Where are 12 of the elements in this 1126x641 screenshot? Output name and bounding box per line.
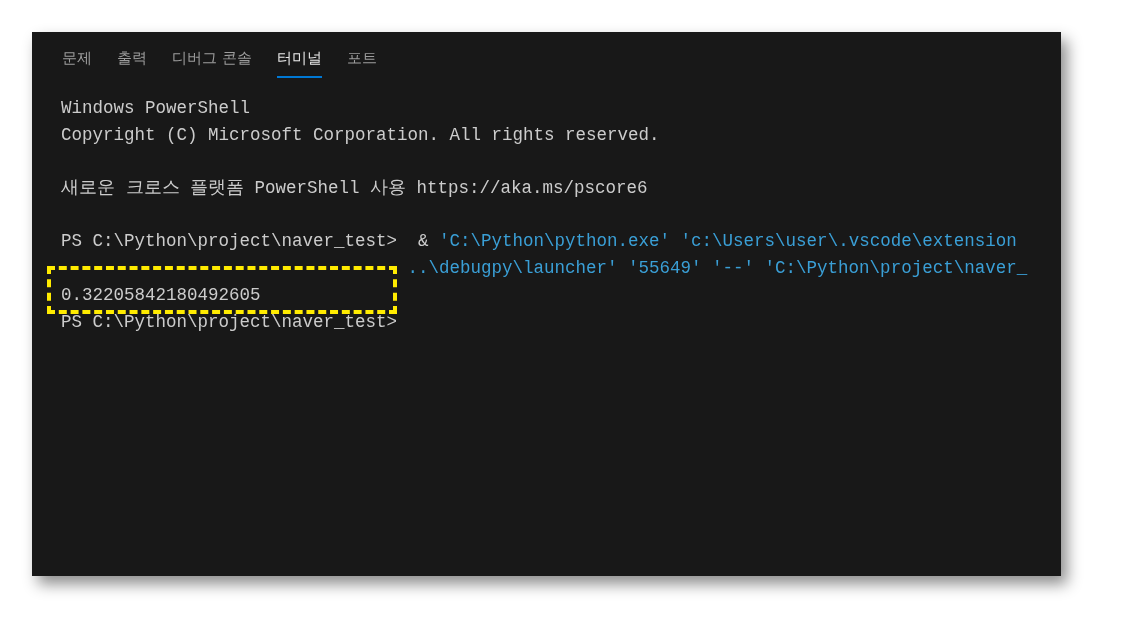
- panel-tab[interactable]: 디버그 콘솔: [172, 46, 252, 78]
- terminal-line: 새로운 크로스 플랫폼 PowerShell 사용 https://aka.ms/pscore6: [61, 177, 648, 200]
- terminal-line: PS C:\Python\project\naver_test>: [61, 311, 398, 334]
- terminal-line: ..\debugpy\launcher' '55649' '--' 'C:\Python\project\naver_: [407, 257, 1028, 280]
- panel-tab[interactable]: 터미널: [276, 46, 322, 78]
- terminal-line: Copyright (C) Microsoft Corporation. All rights reserved.: [61, 124, 660, 147]
- terminal-line: PS C:\Python\project\naver_test> & 'C:\Python\python.exe' 'c:\Users\user\.vscode\extension: [61, 230, 1017, 253]
- terminal-line: 0.32205842180492605: [61, 284, 261, 307]
- panel-tab[interactable]: 문제: [62, 46, 92, 78]
- panel-tab[interactable]: 포트: [346, 46, 377, 78]
- panel-tab[interactable]: 출력: [117, 46, 147, 78]
- terminal-line: Windows PowerShell: [61, 97, 251, 120]
